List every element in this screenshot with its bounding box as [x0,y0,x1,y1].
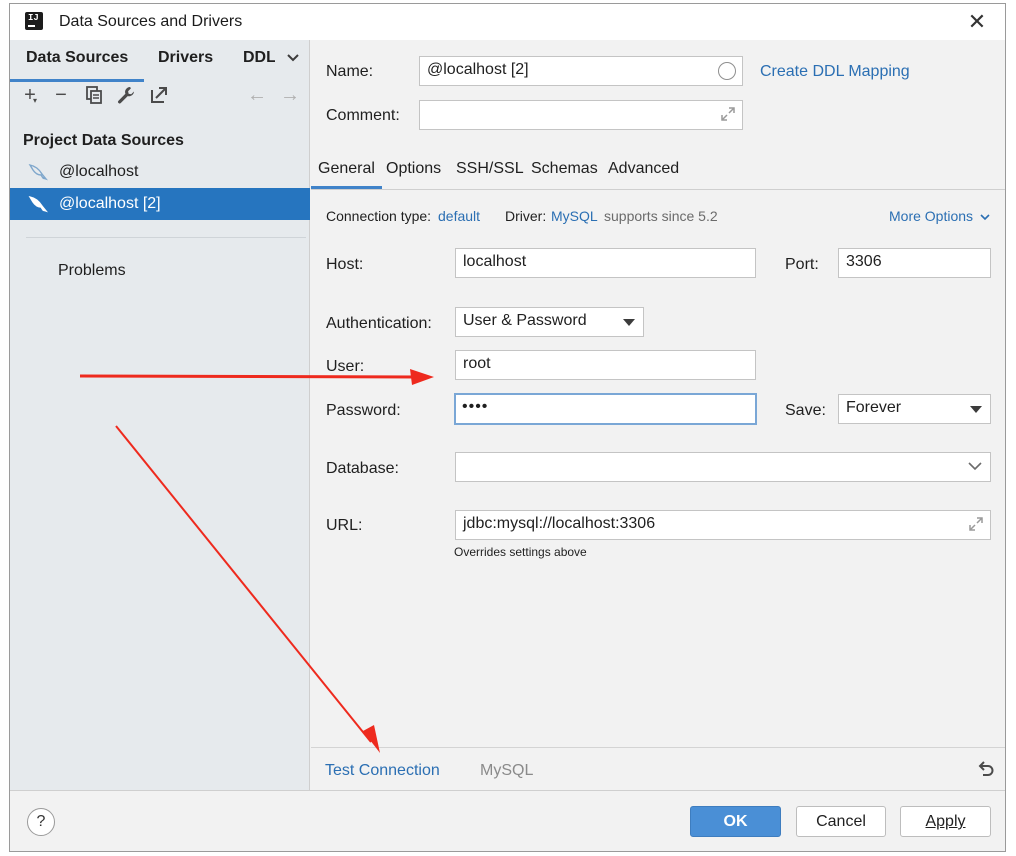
expand-icon[interactable] [968,516,984,532]
authentication-label: Authentication: [326,315,432,332]
host-label: Host: [326,256,364,273]
user-field[interactable]: root [455,350,756,380]
comment-field[interactable] [419,100,743,130]
dropdown-arrow-icon [970,406,982,413]
port-field[interactable]: 3306 [838,248,991,278]
authentication-value: User & Password [463,312,587,329]
tab-drivers[interactable]: Drivers [158,49,213,67]
tab-schemas[interactable]: Schemas [531,160,598,178]
window-title: Data Sources and Drivers [59,13,243,30]
password-label: Password: [326,402,401,419]
datasource-label: @localhost [2] [59,195,161,212]
driver-name-label: MySQL [480,762,534,779]
chevron-down-icon[interactable] [286,51,300,65]
save-value: Forever [846,399,902,416]
driver-note: supports since 5.2 [604,208,718,224]
save-label: Save: [785,402,826,419]
duplicate-icon[interactable] [83,84,105,106]
expand-icon[interactable] [720,106,736,122]
host-field[interactable]: localhost [455,248,756,278]
right-panel: Name: @localhost [2] Create DDL Mapping … [311,40,1005,790]
title-bar: IJ Data Sources and Drivers ✕ [10,4,1005,40]
chevron-down-icon [980,214,990,221]
name-field[interactable]: @localhost [2] [419,56,743,86]
wrench-icon[interactable] [115,84,137,106]
mysql-dolphin-icon [28,196,49,213]
authentication-dropdown[interactable]: User & Password [455,307,644,337]
url-field[interactable]: jdbc:mysql://localhost:3306 [455,510,991,540]
apply-button[interactable]: Apply [900,806,991,837]
help-icon[interactable]: ? [27,808,55,836]
forward-arrow-icon[interactable]: → [279,84,301,106]
port-label: Port: [785,256,819,273]
left-tabs: Data Sources Drivers DDL [10,40,310,82]
user-value: root [463,355,491,372]
undo-icon[interactable] [977,760,995,778]
color-circle-icon[interactable] [718,62,736,80]
tab-ssh-ssl[interactable]: SSH/SSL [456,160,524,178]
port-value: 3306 [846,253,882,270]
database-dropdown[interactable] [455,452,991,482]
name-label: Name: [326,63,374,80]
left-panel: Data Sources Drivers DDL + ▾ − ← → Projec… [10,40,310,790]
comment-label: Comment: [326,107,400,124]
host-value: localhost [463,253,527,270]
create-ddl-mapping-link[interactable]: Create DDL Mapping [760,63,910,81]
intellij-app-icon: IJ [23,10,45,32]
data-sources-dialog: IJ Data Sources and Drivers ✕ Data Sourc… [9,3,1006,852]
tab-ddl[interactable]: DDL [243,49,275,67]
datasource-item-selected[interactable]: @localhost [2] [10,188,310,220]
name-value: @localhost [2] [427,61,529,78]
chevron-down-icon [968,462,982,471]
back-arrow-icon[interactable]: ← [246,84,268,106]
url-value: jdbc:mysql://localhost:3306 [463,515,656,532]
url-label: URL: [326,517,363,534]
password-value: •••• [462,398,489,415]
password-field[interactable]: •••• [454,393,757,425]
tab-general[interactable]: General [311,160,382,189]
datasource-item[interactable]: @localhost [10,156,310,188]
mysql-dolphin-icon [28,164,49,181]
test-connection-link[interactable]: Test Connection [325,762,440,780]
jump-to-source-icon[interactable] [148,84,170,106]
apply-label: Apply [925,813,966,830]
tab-options[interactable]: Options [386,160,441,178]
url-hint: Overrides settings above [454,545,587,559]
settings-tabs: General Options SSH/SSL Schemas Advanced [311,150,1005,190]
close-icon[interactable]: ✕ [965,10,989,34]
remove-icon[interactable]: − [50,84,72,106]
connection-type-label: Connection type: [326,208,432,224]
dialog-footer: ? OK Cancel Apply [10,790,1005,851]
tab-advanced[interactable]: Advanced [608,160,679,178]
datasource-label: @localhost [59,163,139,180]
ok-button[interactable]: OK [690,806,781,837]
more-options-link[interactable]: More Options [889,208,990,224]
add-icon[interactable]: + ▾ [19,84,41,106]
dropdown-arrow-icon [623,319,635,326]
driver-label: Driver: [505,208,547,224]
cancel-button[interactable]: Cancel [796,806,886,837]
problems-item[interactable]: Problems [58,262,126,280]
save-dropdown[interactable]: Forever [838,394,991,424]
connection-bar: Test Connection MySQL [311,747,1005,790]
tab-data-sources[interactable]: Data Sources [10,49,145,82]
connection-type-link[interactable]: default [438,208,480,224]
project-data-sources-heading: Project Data Sources [23,132,184,149]
driver-link[interactable]: MySQL [551,208,598,224]
divider [26,237,306,238]
database-label: Database: [326,460,399,477]
left-toolbar: + ▾ − ← → [10,78,310,112]
user-label: User: [326,358,365,375]
